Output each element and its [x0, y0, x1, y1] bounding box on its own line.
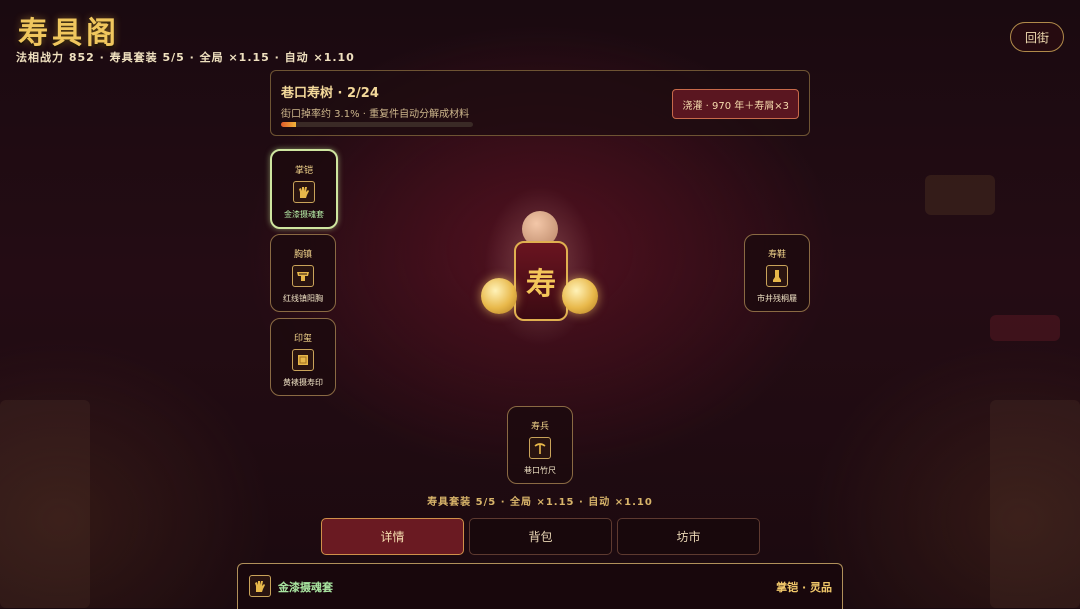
ruler-weapon-icon: [529, 437, 551, 459]
right-orb: [562, 278, 598, 314]
slot-item-name: 红线镇阳胸: [283, 294, 323, 303]
detail-item-tag: 掌铠 · 灵品: [776, 581, 832, 594]
gauntlet-icon: [249, 575, 271, 597]
slot-item-name: 黄裱摄寿印: [283, 378, 323, 387]
tab-market[interactable]: 坊市: [617, 518, 760, 555]
left-orb: [481, 278, 517, 314]
item-detail-panel: 金漆摄魂套 掌铠 · 灵品: [237, 563, 843, 609]
status-line: 法相战力 852 · 寿具套装 5/5 · 全局 ×1.15 · 自动 ×1.1…: [16, 51, 355, 64]
set-bonus-line: 寿具套装 5/5 · 全局 ×1.15 · 自动 ×1.10: [427, 497, 653, 508]
slot-type: 印玺: [293, 334, 312, 344]
slot-weapon[interactable]: 寿兵 巷口竹尺: [507, 406, 573, 484]
seal-icon: [292, 349, 314, 371]
background-banner: [990, 315, 1060, 341]
back-street-button[interactable]: 回街: [1010, 22, 1064, 52]
tree-panel: 巷口寿树 · 2/24 街口掉率约 3.1% · 重复件自动分解成材料 浇灌 ·…: [270, 70, 810, 136]
page-title: 寿具阁: [18, 16, 120, 51]
slot-item-name: 金漆摄魂套: [284, 210, 324, 219]
slot-item-name: 市井残桐屦: [757, 294, 797, 303]
chest-armor-icon: [292, 265, 314, 287]
tree-progress-fill: [281, 122, 297, 127]
slot-item-name: 巷口竹尺: [524, 466, 556, 475]
slot-type: 寿鞋: [767, 250, 786, 260]
slot-chest[interactable]: 胸镇 红线镇阳胸: [270, 234, 336, 312]
water-tree-button[interactable]: 浇灌 · 970 年＋寿屑×3: [672, 89, 799, 119]
tab-backpack[interactable]: 背包: [469, 518, 612, 555]
tab-details[interactable]: 详情: [321, 518, 464, 555]
slot-shoes[interactable]: 寿鞋 市井残桐屦: [744, 234, 810, 312]
gauntlet-icon: [293, 181, 315, 203]
slot-type: 胸镇: [293, 250, 312, 260]
shoe-icon: [766, 265, 788, 287]
tree-progress-bar: [281, 122, 473, 127]
slot-gauntlet[interactable]: 掌铠 金漆摄魂套: [270, 149, 338, 229]
slot-type: 寿兵: [530, 422, 549, 432]
slot-seal[interactable]: 印玺 黄裱摄寿印: [270, 318, 336, 396]
longevity-emblem: 寿: [526, 267, 556, 302]
background-sign: [925, 175, 995, 215]
character-body: 寿: [514, 241, 568, 321]
detail-item-name: 金漆摄魂套: [278, 581, 333, 594]
slot-type: 掌铠: [294, 166, 313, 176]
tree-name: 巷口寿树 · 2/24: [281, 86, 379, 101]
tree-description: 街口掉率约 3.1% · 重复件自动分解成材料: [281, 109, 470, 120]
